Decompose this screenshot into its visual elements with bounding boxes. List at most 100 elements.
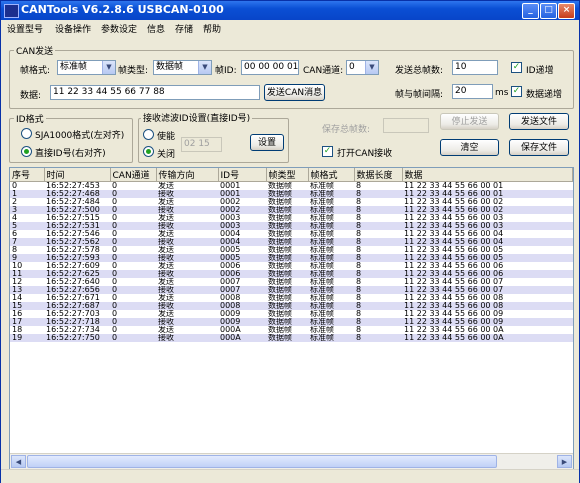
save-total-input[interactable] (383, 118, 429, 133)
table-cell: 标准帧 (308, 302, 354, 310)
save-file-button[interactable]: 保存文件 (509, 139, 569, 156)
send-can-message-button[interactable]: 发送CAN消息 (264, 84, 325, 101)
scroll-left-icon[interactable]: ◀ (11, 455, 26, 468)
table-cell: 0 (110, 214, 156, 222)
table-cell: 0 (110, 310, 156, 318)
table-row[interactable]: 11 16:52:27:625 0 接收 0006 数据帧 标准帧 8 11 22 33 44 … (10, 270, 573, 278)
table-cell: 6 (10, 230, 44, 238)
maximize-button[interactable]: □ (540, 3, 557, 19)
sja1000-format-radio[interactable] (21, 128, 32, 139)
table-row[interactable]: 14 16:52:27:671 0 发送 0008 数据帧 标准帧 8 11 22 33 44 … (10, 294, 573, 302)
table-row[interactable]: 2 16:52:27:484 0 发送 0002 数据帧 标准帧 8 11 22 33 44 5… (10, 198, 573, 206)
table-cell: 11 22 33 44 55 66 00 02 (402, 198, 573, 206)
table-cell: 0004 (218, 238, 266, 246)
interval-input[interactable]: 20 (452, 84, 493, 99)
table-row[interactable]: 19 16:52:27:750 0 接收 000A 数据帧 标准帧 8 11 22 33 44 … (10, 334, 573, 342)
table-row[interactable]: 6 16:52:27:546 0 发送 0004 数据帧 标准帧 8 11 22 33 44 5… (10, 230, 573, 238)
table-cell: 17 (10, 318, 44, 326)
filter-id-input[interactable]: 02 15 (181, 137, 222, 152)
frame-type-select[interactable]: 数据帧 ▼ (153, 60, 212, 75)
direct-id-radio[interactable] (21, 146, 32, 157)
table-cell: 标准帧 (308, 334, 354, 342)
table-cell: 0 (110, 238, 156, 246)
table-row[interactable]: 3 16:52:27:500 0 接收 0002 数据帧 标准帧 8 11 22 33 44 5… (10, 206, 573, 214)
table-cell: 8 (354, 222, 402, 230)
table-cell: 发送 (156, 230, 218, 238)
filter-disable-radio[interactable] (143, 146, 154, 157)
table-cell: 0 (110, 254, 156, 262)
table-row[interactable]: 16 16:52:27:703 0 发送 0009 数据帧 标准帧 8 11 22 33 44 … (10, 310, 573, 318)
column-header[interactable]: 数据长度 (354, 168, 403, 182)
column-header[interactable]: 序号 (10, 168, 45, 182)
table-row[interactable]: 1 16:52:27:468 0 接收 0001 数据帧 标准帧 8 11 22 33 44 5… (10, 190, 573, 198)
table-row[interactable]: 12 16:52:27:640 0 发送 0007 数据帧 标准帧 8 11 22 33 44 … (10, 278, 573, 286)
table-row[interactable]: 9 16:52:27:593 0 接收 0005 数据帧 标准帧 8 11 22 33 44 5… (10, 254, 573, 262)
open-can-receive-label: 打开CAN接收 (337, 149, 393, 159)
scroll-thumb[interactable] (27, 455, 497, 468)
table-row[interactable]: 10 16:52:27:609 0 发送 0006 数据帧 标准帧 8 11 22 33 44 … (10, 262, 573, 270)
horizontal-scrollbar[interactable]: ◀ ▶ (10, 453, 573, 469)
table-row[interactable]: 4 16:52:27:515 0 发送 0003 数据帧 标准帧 8 11 22 33 44 5… (10, 214, 573, 222)
table-cell: 数据帧 (266, 181, 308, 190)
column-header[interactable]: ID号 (218, 168, 267, 182)
frame-id-input[interactable]: 00 00 00 01 (241, 60, 299, 75)
table-cell: 数据帧 (266, 334, 308, 342)
column-header[interactable]: 数据 (402, 168, 573, 182)
filter-set-button[interactable]: 设置 (250, 134, 284, 151)
menu-info[interactable]: 信息 (147, 22, 165, 35)
id-format-group-label: ID格式 (14, 112, 46, 125)
clear-button[interactable]: 清空 (440, 139, 499, 156)
menu-storage[interactable]: 存储 (175, 22, 193, 35)
stop-send-button[interactable]: 停止发送 (440, 113, 499, 130)
table-row[interactable]: 8 16:52:27:578 0 发送 0005 数据帧 标准帧 8 11 22 33 44 5… (10, 246, 573, 254)
open-can-receive-checkbox[interactable]: ✓ (322, 146, 333, 157)
column-header[interactable]: 帧类型 (266, 168, 309, 182)
column-header[interactable]: 时间 (44, 168, 111, 182)
table-row[interactable]: 13 16:52:27:656 0 接收 0007 数据帧 标准帧 8 11 22 33 44 … (10, 286, 573, 294)
table-row[interactable]: 7 16:52:27:562 0 接收 0004 数据帧 标准帧 8 11 22 33 44 5… (10, 238, 573, 246)
table-row[interactable]: 17 16:52:27:718 0 接收 0009 数据帧 标准帧 8 11 22 33 44 … (10, 318, 573, 326)
id-increment-checkbox[interactable]: ✓ (511, 62, 522, 73)
table-cell: 发送 (156, 278, 218, 286)
table-cell: 16:52:27:609 (44, 262, 110, 270)
menu-help[interactable]: 帮助 (203, 22, 221, 35)
can-channel-select[interactable]: 0 ▼ (346, 60, 379, 75)
title-bar[interactable]: CANTools V6.2.8.6 USBCAN-0100 _ □ × (1, 1, 579, 20)
table-cell: 接收 (156, 222, 218, 230)
frame-type-label: 帧类型: (118, 66, 149, 76)
data-increment-checkbox[interactable]: ✓ (511, 86, 522, 97)
send-file-button[interactable]: 发送文件 (509, 113, 569, 130)
table-cell: 16:52:27:500 (44, 206, 110, 214)
table-row[interactable]: 5 16:52:27:531 0 接收 0003 数据帧 标准帧 8 11 22 33 44 5… (10, 222, 573, 230)
filter-enable-radio[interactable] (143, 129, 154, 140)
table-row[interactable]: 0 16:52:27:453 0 发送 0001 数据帧 标准帧 8 11 22 33 44 5… (10, 181, 573, 190)
data-input[interactable]: 11 22 33 44 55 66 77 88 (50, 85, 260, 100)
table-row[interactable]: 18 16:52:27:734 0 发送 000A 数据帧 标准帧 8 11 22 33 44 … (10, 326, 573, 334)
table-cell: 0 (110, 181, 156, 190)
table-cell: 0 (110, 278, 156, 286)
table-cell: 16:52:27:453 (44, 181, 110, 190)
menu-bar: 设置型号 设备操作 参数设定 信息 存储 帮助 (1, 20, 579, 36)
menu-device-model[interactable]: 设置型号 (7, 22, 43, 35)
window-title: CANTools V6.2.8.6 USBCAN-0100 (21, 3, 224, 16)
table-cell: 标准帧 (308, 190, 354, 198)
menu-device-operation[interactable]: 设备操作 (55, 22, 91, 35)
column-header[interactable]: 传输方向 (156, 168, 219, 182)
message-table[interactable]: 序号 时间 CAN通道 传输方向 ID号 帧类型 帧格式 数据长度 数据 0 16… (9, 167, 574, 470)
minimize-button[interactable]: _ (522, 3, 539, 19)
menu-parameter-settings[interactable]: 参数设定 (101, 22, 137, 35)
table-cell: 11 22 33 44 55 66 00 03 (402, 214, 573, 222)
close-button[interactable]: × (558, 3, 575, 19)
scroll-right-icon[interactable]: ▶ (557, 455, 572, 468)
column-header[interactable]: 帧格式 (308, 168, 355, 182)
column-header[interactable]: CAN通道 (110, 168, 157, 182)
table-cell: 4 (10, 214, 44, 222)
can-channel-label: CAN通道: (303, 66, 344, 76)
table-cell: 8 (354, 318, 402, 326)
table-row[interactable]: 15 16:52:27:687 0 接收 0008 数据帧 标准帧 8 11 22 33 44 … (10, 302, 573, 310)
table-cell: 11 22 33 44 55 66 00 03 (402, 222, 573, 230)
table-cell: 0005 (218, 254, 266, 262)
send-total-input[interactable]: 10 (452, 60, 498, 75)
table-cell: 接收 (156, 238, 218, 246)
frame-format-select[interactable]: 标准帧 ▼ (57, 60, 116, 75)
